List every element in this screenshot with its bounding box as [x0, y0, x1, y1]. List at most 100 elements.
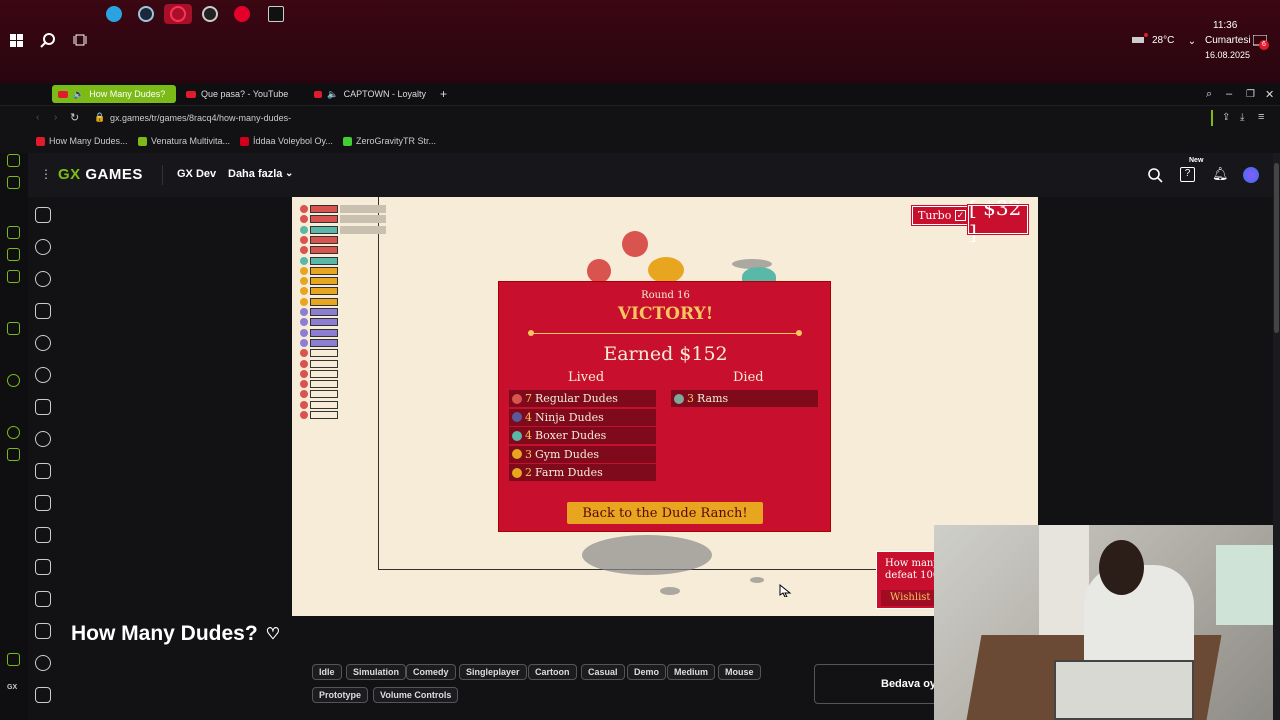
speedometer-icon[interactable] — [196, 4, 224, 24]
menu-icon[interactable]: ≡ — [1258, 111, 1264, 123]
unit-icon — [300, 205, 308, 213]
download-icon[interactable]: ⤓ — [1240, 112, 1244, 123]
puzzle-icon[interactable] — [35, 591, 51, 607]
bell-icon[interactable]: 🔔︎ — [1212, 166, 1229, 182]
search-icon[interactable] — [38, 30, 58, 50]
new-tab-button[interactable]: + — [434, 85, 453, 103]
task-view-icon[interactable] — [70, 30, 90, 50]
heart-icon[interactable]: ♡ — [266, 624, 280, 644]
forward-icon[interactable]: › — [54, 112, 57, 123]
game-canvas[interactable]: Turbo ✓ [ $32 ] Round 16 VICTORY! Earned… — [292, 197, 1038, 616]
youtube-music-icon[interactable] — [228, 4, 256, 24]
tab-search-icon[interactable]: ⌕ — [1200, 85, 1218, 103]
windows-start-icon[interactable] — [6, 30, 26, 50]
bookmark-item[interactable]: ZeroGravityTR Str... — [343, 136, 436, 146]
bookmark-item[interactable]: How Many Dudes... — [36, 136, 128, 146]
sidebar-settings-icon[interactable] — [7, 248, 20, 261]
hourglass-icon[interactable] — [35, 527, 51, 543]
game-title: How Many Dudes? ♡ — [71, 622, 281, 645]
tag-chip[interactable]: Cartoon — [528, 664, 577, 680]
help-icon[interactable]: ? — [1180, 167, 1195, 182]
back-to-ranch-button[interactable]: Back to the Dude Ranch! — [567, 502, 763, 524]
opera-gx-icon[interactable] — [164, 4, 192, 24]
temperature[interactable]: 28°C — [1152, 35, 1174, 46]
bookmark-label: İddaa Voleybol Oy... — [253, 136, 333, 146]
telegram-icon[interactable] — [100, 4, 128, 24]
diamond-icon[interactable] — [35, 495, 51, 511]
clock-time[interactable]: 11:36 — [1213, 20, 1237, 31]
scrollbar-thumb[interactable] — [1274, 163, 1279, 333]
back-icon[interactable]: ‹ — [36, 112, 39, 123]
bookmark-item[interactable]: Venatura Multivita... — [138, 136, 230, 146]
steam-icon[interactable] — [132, 4, 160, 24]
avatar[interactable] — [1243, 167, 1259, 183]
chevron-down-icon[interactable]: ⌄ — [1182, 31, 1202, 51]
url-input[interactable]: gx.games/tr/games/8racq4/how-many-dudes- — [110, 113, 291, 123]
network-icon[interactable] — [1130, 30, 1150, 50]
tag-chip[interactable]: Singleplayer — [459, 664, 527, 680]
bag-icon[interactable] — [35, 303, 51, 319]
gx-logo-icon[interactable]: GX — [7, 684, 17, 691]
tag-chip[interactable]: Simulation — [346, 664, 407, 680]
tag-chip[interactable]: Demo — [627, 664, 667, 680]
sidebar-gx-cleaner-icon[interactable] — [7, 653, 20, 666]
magnify-icon[interactable] — [35, 335, 51, 351]
terminal-icon[interactable] — [262, 4, 290, 24]
unit-health-bar — [310, 266, 338, 275]
reload-icon[interactable]: ↻ — [70, 111, 79, 124]
skull-icon[interactable] — [35, 655, 51, 671]
sidebar-bag-icon[interactable] — [7, 270, 20, 283]
windows-taskbar: 28°C ⌄ 11:36 Cumartesi 16.08.2025 6 — [0, 0, 1280, 83]
webcam-door — [1039, 525, 1089, 635]
gx-games-header: ⋮ GX GAMES GX Dev Daha fazla ⌄ New ? 🔔︎ — [28, 153, 1273, 197]
tag-chip[interactable]: Medium — [667, 664, 716, 680]
refresh-icon[interactable] — [35, 431, 51, 447]
minimize-icon[interactable]: – — [1220, 85, 1238, 103]
chevron-down-icon[interactable]: ⌄ — [285, 168, 293, 179]
kebab-menu-icon[interactable]: ⋮ — [40, 167, 52, 181]
nav-daha-fazla[interactable]: Daha fazla — [228, 168, 282, 180]
dude-type-icon — [512, 430, 522, 441]
gx-games-logo[interactable]: GX GAMES — [58, 166, 143, 183]
tag-chip[interactable]: Mouse — [718, 664, 761, 680]
clock-date: 16.08.2025 — [1205, 50, 1251, 60]
tab-how-many-dudes[interactable]: 🔈 How Many Dudes? — [52, 85, 176, 103]
turbo-toggle[interactable]: Turbo ✓ — [911, 205, 973, 226]
tab-captown[interactable]: 🔈 CAPTOWN - Loyalty — [308, 85, 432, 103]
sidebar-gx-games-icon[interactable] — [7, 226, 20, 239]
grid-icon[interactable] — [35, 559, 51, 575]
page-scrollbar[interactable] — [1273, 153, 1280, 720]
search-icon[interactable] — [1147, 167, 1163, 188]
sidebar-player-icon[interactable] — [7, 374, 20, 387]
dude-type-icon — [512, 467, 522, 478]
tag-chip[interactable]: Volume Controls — [373, 687, 459, 703]
cards-icon[interactable] — [35, 463, 51, 479]
account-icon[interactable]: ⇪ — [1222, 112, 1230, 123]
tag-chip[interactable]: Casual — [581, 664, 625, 680]
tag-chip[interactable]: Idle — [312, 664, 342, 680]
sidebar-gear-icon[interactable] — [7, 448, 20, 461]
lived-header: Lived — [568, 370, 605, 385]
sidebar-twitch-icon[interactable] — [7, 322, 20, 335]
home-icon[interactable] — [35, 207, 51, 223]
unit-bar — [300, 349, 338, 358]
dude-type-icon — [512, 393, 522, 404]
tag-chip[interactable]: Prototype — [312, 687, 369, 703]
tab-youtube[interactable]: Que pasa? - YouTube — [180, 85, 308, 103]
bookmarks-bar: How Many Dudes... Venatura Multivita... … — [0, 131, 1280, 153]
bookmark-item[interactable]: İddaa Voleybol Oy... — [240, 136, 333, 146]
sidebar-history-icon[interactable] — [7, 426, 20, 439]
close-icon[interactable]: ✕ — [1259, 85, 1280, 103]
joystick-icon[interactable] — [35, 623, 51, 639]
heart-icon[interactable] — [35, 271, 51, 287]
sidebar-music-icon[interactable] — [7, 176, 20, 189]
search-icon[interactable] — [35, 239, 51, 255]
tab-label: How Many Dudes? — [89, 89, 166, 99]
tag-chip[interactable]: Comedy — [406, 664, 456, 680]
trophy-icon[interactable] — [35, 687, 51, 703]
maximize-icon[interactable]: ❐ — [1240, 85, 1261, 103]
nav-gx-dev[interactable]: GX Dev — [177, 168, 216, 180]
alert-icon[interactable] — [35, 367, 51, 383]
sidebar-messenger-icon[interactable] — [7, 154, 20, 167]
fire-icon[interactable] — [35, 399, 51, 415]
